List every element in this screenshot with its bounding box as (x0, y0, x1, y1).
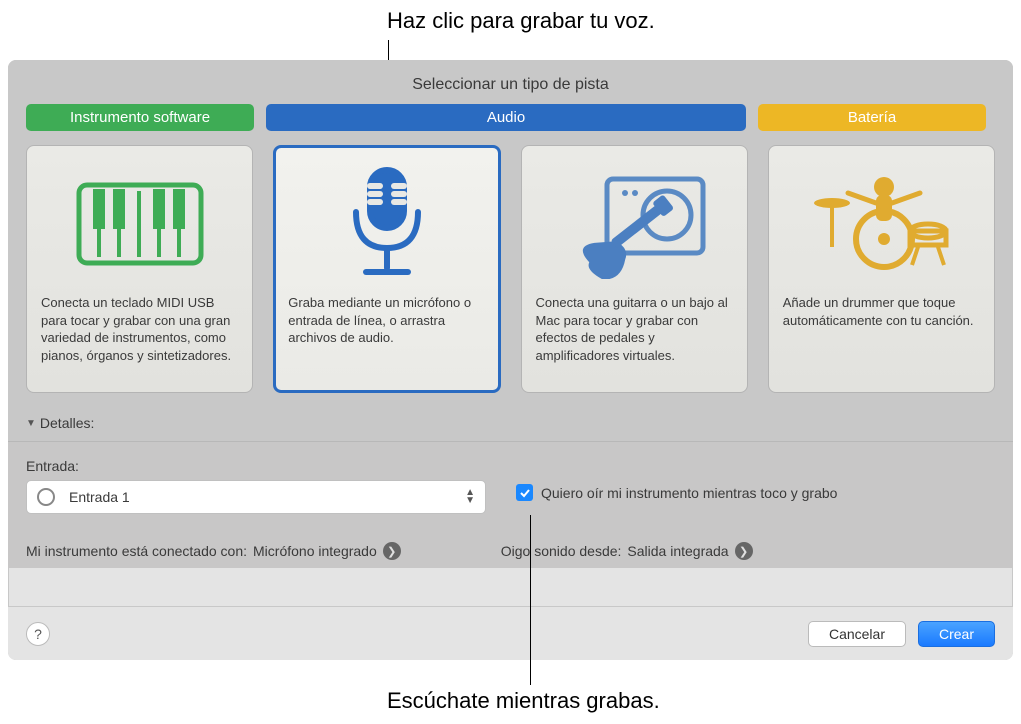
create-button[interactable]: Crear (918, 621, 995, 647)
monitor-label: Quiero oír mi instrumento mientras toco … (541, 485, 837, 501)
input-select[interactable]: Entrada 1 ▲▼ (26, 480, 486, 514)
cancel-button[interactable]: Cancelar (808, 621, 906, 647)
card-desc: Añade un drummer que toque automáticamen… (783, 294, 980, 329)
disclosure-triangle-icon: ▼ (26, 418, 36, 429)
tab-software-instrument[interactable]: Instrumento software (26, 104, 254, 131)
callout-listen-yourself: Escúchate mientras grabas. (387, 688, 660, 714)
card-software-instrument[interactable]: Conecta un teclado MIDI USB para tocar y… (26, 145, 253, 393)
monitor-checkbox[interactable] (516, 484, 533, 501)
card-desc: Conecta un teclado MIDI USB para tocar y… (41, 294, 238, 364)
card-desc: Conecta una guitarra o un bajo al Mac pa… (536, 294, 733, 364)
keyboard-icon (41, 164, 238, 284)
conn-out-value: Salida integrada (627, 543, 728, 559)
card-guitar[interactable]: Conecta una guitarra o un bajo al Mac pa… (521, 145, 748, 393)
input-value: Entrada 1 (69, 489, 130, 505)
conn-in-prefix: Mi instrumento está conectado con: (26, 543, 247, 559)
conn-in-value: Micrófono integrado (253, 543, 377, 559)
conn-out-prefix: Oigo sonido desde: (501, 543, 622, 559)
callout-line (530, 515, 531, 685)
chevron-right-icon: ❯ (735, 542, 753, 560)
microphone-icon (288, 164, 485, 284)
guitar-amp-icon (536, 164, 733, 284)
card-drummer[interactable]: Añade un drummer que toque automáticamen… (768, 145, 995, 393)
details-toggle[interactable]: ▼ Detalles: (8, 409, 1013, 441)
tab-drums[interactable]: Batería (758, 104, 986, 131)
input-label: Entrada: (26, 458, 486, 474)
details-panel: Entrada: Entrada 1 ▲▼ Quiero oír mi inst… (8, 441, 1013, 568)
card-desc: Graba mediante un micrófono o entrada de… (288, 294, 485, 347)
drummer-icon (783, 164, 980, 284)
dialog-footer: ? Cancelar Crear (8, 606, 1013, 660)
main-area: Seleccionar un tipo de pista Instrumento… (8, 60, 1013, 409)
tabs: Instrumento software Audio Batería (26, 104, 995, 131)
tab-audio[interactable]: Audio (266, 104, 746, 131)
input-channel-icon (37, 488, 55, 506)
select-arrows-icon: ▲▼ (465, 489, 475, 505)
output-connection[interactable]: Oigo sonido desde: Salida integrada ❯ (501, 542, 753, 560)
cards-row: Conecta un teclado MIDI USB para tocar y… (26, 131, 995, 409)
help-button[interactable]: ? (26, 622, 50, 646)
details-label: Detalles: (40, 415, 94, 431)
card-microphone[interactable]: Graba mediante un micrófono o entrada de… (273, 145, 500, 393)
input-connection[interactable]: Mi instrumento está conectado con: Micró… (26, 542, 401, 560)
track-type-dialog: Seleccionar un tipo de pista Instrumento… (8, 60, 1013, 660)
dialog-title: Seleccionar un tipo de pista (26, 72, 995, 104)
callout-record-voice: Haz clic para grabar tu voz. (387, 8, 655, 34)
chevron-right-icon: ❯ (383, 542, 401, 560)
